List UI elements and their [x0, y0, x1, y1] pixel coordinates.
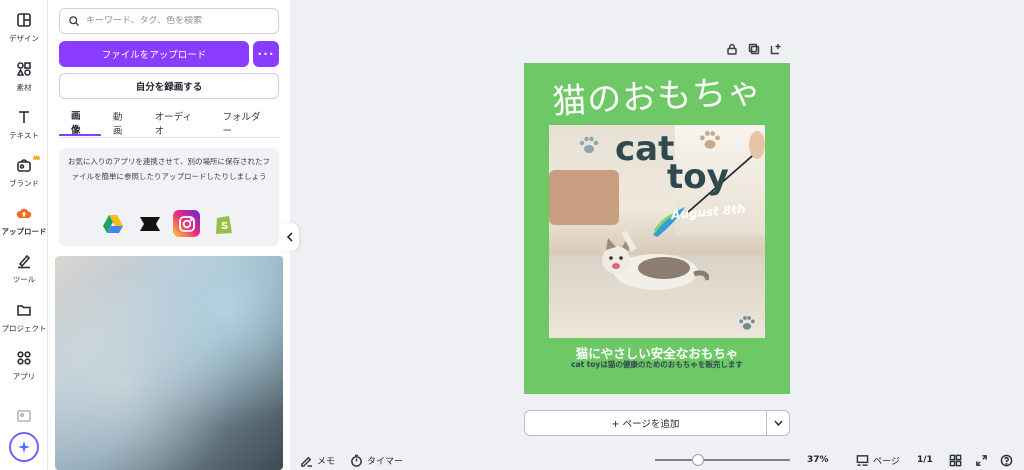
tab-videos[interactable]: 動画	[101, 110, 143, 137]
search-input[interactable]	[86, 16, 266, 26]
dropbox-icon[interactable]	[136, 210, 163, 237]
rail-label: デザイン	[9, 34, 39, 43]
brand-icon	[17, 159, 31, 172]
crown-icon	[33, 154, 40, 160]
rail-item-elements[interactable]: 素材	[0, 61, 48, 105]
pages-button[interactable]: ページ	[856, 454, 900, 467]
side-rail: デザイン 素材 テキスト ブランド アップロード ツール プロジェクト アプリ	[0, 0, 48, 470]
text-icon	[19, 111, 29, 123]
paw-print-icon	[700, 131, 720, 149]
tab-images[interactable]: 画像	[59, 110, 101, 136]
add-page-icon[interactable]	[770, 43, 782, 55]
rail-label: ブランド	[9, 179, 39, 188]
search-icon	[69, 16, 79, 26]
sparkle-icon	[17, 440, 31, 454]
rail-item-apps[interactable]: アプリ	[0, 350, 48, 394]
help-button[interactable]	[1000, 454, 1013, 467]
connect-apps-text: お気に入りのアプリを連携させて、別の場所に保存されたファイルを簡単に参照したりア…	[67, 157, 271, 181]
photo-icon	[17, 410, 31, 422]
rail-label: 素材	[16, 83, 32, 92]
paw-print-icon	[579, 136, 599, 153]
zoom-level[interactable]: 37%	[807, 455, 829, 465]
shopify-icon[interactable]: S	[210, 210, 237, 237]
rail-item-brand[interactable]: ブランド	[0, 154, 48, 201]
rail-item-uploads[interactable]: アップロード	[0, 205, 48, 249]
design-canvas[interactable]: 猫のおもちゃ cat toy August 8th 猫にやさしい安全なおもちゃ …	[524, 63, 790, 394]
fullscreen-button[interactable]	[975, 454, 988, 467]
pages-label: ページ	[873, 456, 900, 467]
fullscreen-icon	[976, 454, 987, 466]
design-word-cat[interactable]: cat	[615, 129, 674, 169]
instagram-icon[interactable]	[173, 210, 200, 237]
rail-item-projects[interactable]: プロジェクト	[0, 302, 48, 346]
pages-icon	[856, 454, 869, 466]
shapes-icon	[16, 62, 31, 76]
rail-item-tools[interactable]: ツール	[0, 253, 48, 297]
collapse-panel-button[interactable]	[281, 223, 299, 251]
search-box[interactable]	[59, 8, 279, 34]
design-word-toy[interactable]: toy	[667, 157, 729, 197]
google-drive-icon[interactable]	[99, 210, 126, 237]
grid-view-icon	[949, 454, 962, 466]
apps-icon	[17, 351, 31, 365]
grid-view-button[interactable]	[949, 454, 962, 467]
paw-print-icon	[739, 316, 755, 330]
notes-label: メモ	[317, 456, 336, 467]
tabs-divider	[59, 137, 279, 138]
rail-label: アプリ	[12, 372, 36, 381]
design-caption[interactable]: cat toyは猫の健康のためのおもちゃを販売します	[524, 359, 790, 370]
uploaded-image-thumbnail[interactable]	[55, 256, 283, 470]
connect-apps-card: お気に入りのアプリを連携させて、別の場所に保存されたファイルを簡単に参照したりア…	[59, 148, 279, 246]
rail-item-more[interactable]	[0, 408, 48, 424]
chevron-down-icon	[773, 420, 783, 426]
uploads-panel: ファイルをアップロード ••• 自分を録画する 画像 動画 オーディオ フォルダ…	[48, 0, 290, 470]
record-yourself-button[interactable]: 自分を録画する	[59, 73, 279, 99]
help-icon	[1000, 454, 1013, 466]
notes-icon	[301, 456, 313, 467]
timer-label: タイマー	[367, 456, 404, 467]
notes-button[interactable]: メモ	[300, 454, 335, 467]
more-dots-label: •••	[257, 49, 275, 59]
sofa-shape	[549, 170, 619, 225]
add-page-button[interactable]: + ページを追加	[524, 410, 767, 436]
timer-button[interactable]: タイマー	[350, 454, 403, 467]
rail-item-text[interactable]: テキスト	[0, 109, 48, 153]
timer-icon	[351, 454, 362, 467]
rail-label: プロジェクト	[1, 324, 47, 333]
magic-ai-button[interactable]	[9, 432, 39, 462]
folder-icon	[17, 305, 31, 316]
duplicate-page-icon[interactable]	[748, 43, 760, 55]
upload-options-button[interactable]: •••	[253, 41, 279, 67]
page-toolbar	[726, 43, 782, 55]
bottom-bar: メモ タイマー 37% ページ 1/1	[290, 450, 1024, 470]
tab-audio[interactable]: オーディオ	[143, 110, 211, 137]
cat-photo[interactable]: cat toy August 8th	[549, 125, 765, 338]
rail-label: テキスト	[9, 131, 39, 140]
tab-folders[interactable]: フォルダー	[211, 110, 280, 137]
draw-icon	[18, 254, 31, 269]
upload-file-button[interactable]: ファイルをアップロード	[59, 41, 249, 67]
rail-label: ツール	[12, 275, 36, 284]
rail-label: アップロード	[1, 227, 47, 236]
media-tabs: 画像 動画 オーディオ フォルダー	[59, 110, 279, 138]
zoom-slider[interactable]	[655, 454, 790, 466]
add-page-menu-button[interactable]	[767, 410, 790, 436]
svg-text:S: S	[221, 221, 228, 232]
chevron-left-icon	[286, 232, 293, 242]
rail-item-design[interactable]: デザイン	[0, 12, 48, 56]
upload-cloud-icon	[16, 208, 32, 218]
layout-icon	[17, 13, 31, 27]
page-count: 1/1	[917, 455, 933, 465]
connected-apps-row: S	[99, 210, 237, 237]
lock-icon[interactable]	[726, 43, 738, 55]
zoom-slider-handle[interactable]	[691, 454, 704, 466]
design-title[interactable]: 猫のおもちゃ	[524, 63, 790, 125]
